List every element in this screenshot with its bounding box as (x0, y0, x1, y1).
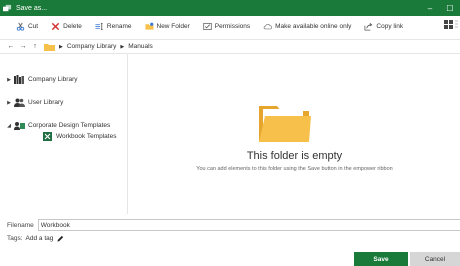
tree-label: Workbook Templates (56, 133, 117, 140)
library-icon (14, 75, 25, 84)
empty-folder-icon (259, 106, 311, 142)
templates-icon (14, 121, 25, 130)
toolbar: Cut Delete Rename New Folder Permissions… (0, 16, 460, 36)
tree-label: Corporate Design Templates (28, 122, 111, 129)
cancel-button[interactable]: Cancel (410, 252, 460, 266)
add-tag-link[interactable]: Add a tag (26, 235, 54, 242)
pencil-icon[interactable] (57, 235, 64, 242)
expand-caret-icon[interactable]: ▶ (4, 77, 14, 83)
folder-icon (44, 43, 55, 51)
tree-item-workbook-templates[interactable]: Workbook Templates (42, 131, 116, 142)
rename-label: Rename (106, 22, 132, 30)
filename-input[interactable] (37, 219, 460, 231)
tree-label: Company Library (28, 76, 78, 83)
view-toggle-icon[interactable] (444, 20, 458, 31)
copy-link-button[interactable]: Copy link (364, 19, 403, 33)
delete-button[interactable]: Delete (51, 19, 82, 33)
empty-folder-subtitle: You can add elements to this folder usin… (196, 166, 393, 172)
maximize-button[interactable]: ☐ (440, 0, 460, 16)
breadcrumb-separator: ▶ (120, 43, 125, 50)
up-button[interactable]: ↑ (29, 43, 41, 50)
breadcrumb-manuals[interactable]: Manuals (128, 43, 153, 50)
tree-item-user-library[interactable]: ▶ User Library (4, 97, 63, 108)
copy-link-label: Copy link (376, 22, 404, 30)
expand-caret-icon[interactable]: ▶ (4, 100, 14, 106)
excel-icon (42, 132, 53, 141)
online-only-label: Make available online only (275, 22, 352, 30)
new-folder-button[interactable]: New Folder (144, 19, 190, 33)
delete-label: Delete (63, 22, 82, 30)
back-button[interactable]: ← (5, 43, 17, 50)
permissions-icon (203, 22, 212, 31)
rename-button[interactable]: Rename (95, 19, 132, 33)
forward-button[interactable]: → (17, 43, 29, 50)
users-icon (14, 98, 25, 107)
app-icon (3, 4, 12, 11)
minimize-button[interactable]: – (420, 0, 440, 16)
navigation-bar: ← → ↑ ▶ Company Library ▶ Manuals (0, 39, 460, 54)
filename-row: Filename (0, 219, 460, 231)
folder-tree: ▶ Company Library ▶ User Library ◢ Corpo… (0, 54, 128, 214)
cut-icon (16, 22, 25, 31)
cloud-icon (263, 22, 272, 31)
tree-label: User Library (28, 99, 64, 106)
cut-label: Cut (28, 22, 39, 30)
save-button[interactable]: Save (354, 252, 408, 266)
cut-button[interactable]: Cut (16, 19, 38, 33)
delete-icon (51, 22, 60, 31)
tags-label: Tags: (7, 234, 23, 242)
new-folder-label: New Folder (156, 22, 190, 30)
file-list-area: This folder is empty You can add element… (129, 54, 460, 214)
tree-item-company-library[interactable]: ▶ Company Library (4, 74, 78, 85)
rename-icon (95, 22, 104, 31)
permissions-label: Permissions (214, 22, 251, 30)
online-only-button[interactable]: Make available online only (263, 19, 351, 33)
filename-label: Filename (7, 221, 34, 229)
tree-item-corporate-design-templates[interactable]: ◢ Corporate Design Templates (4, 120, 110, 131)
breadcrumb-separator: ▶ (59, 43, 63, 50)
collapse-caret-icon[interactable]: ◢ (4, 123, 14, 129)
breadcrumb-company-library[interactable]: Company Library (67, 43, 117, 50)
tags-row: Tags: Add a tag (7, 233, 64, 243)
new-folder-icon (144, 22, 154, 31)
copy-link-icon (364, 22, 373, 31)
empty-folder-title: This folder is empty (246, 150, 343, 162)
permissions-button[interactable]: Permissions (203, 19, 250, 33)
title-bar: Save as... – ☐ (0, 0, 460, 16)
window-title: Save as... (16, 4, 48, 12)
